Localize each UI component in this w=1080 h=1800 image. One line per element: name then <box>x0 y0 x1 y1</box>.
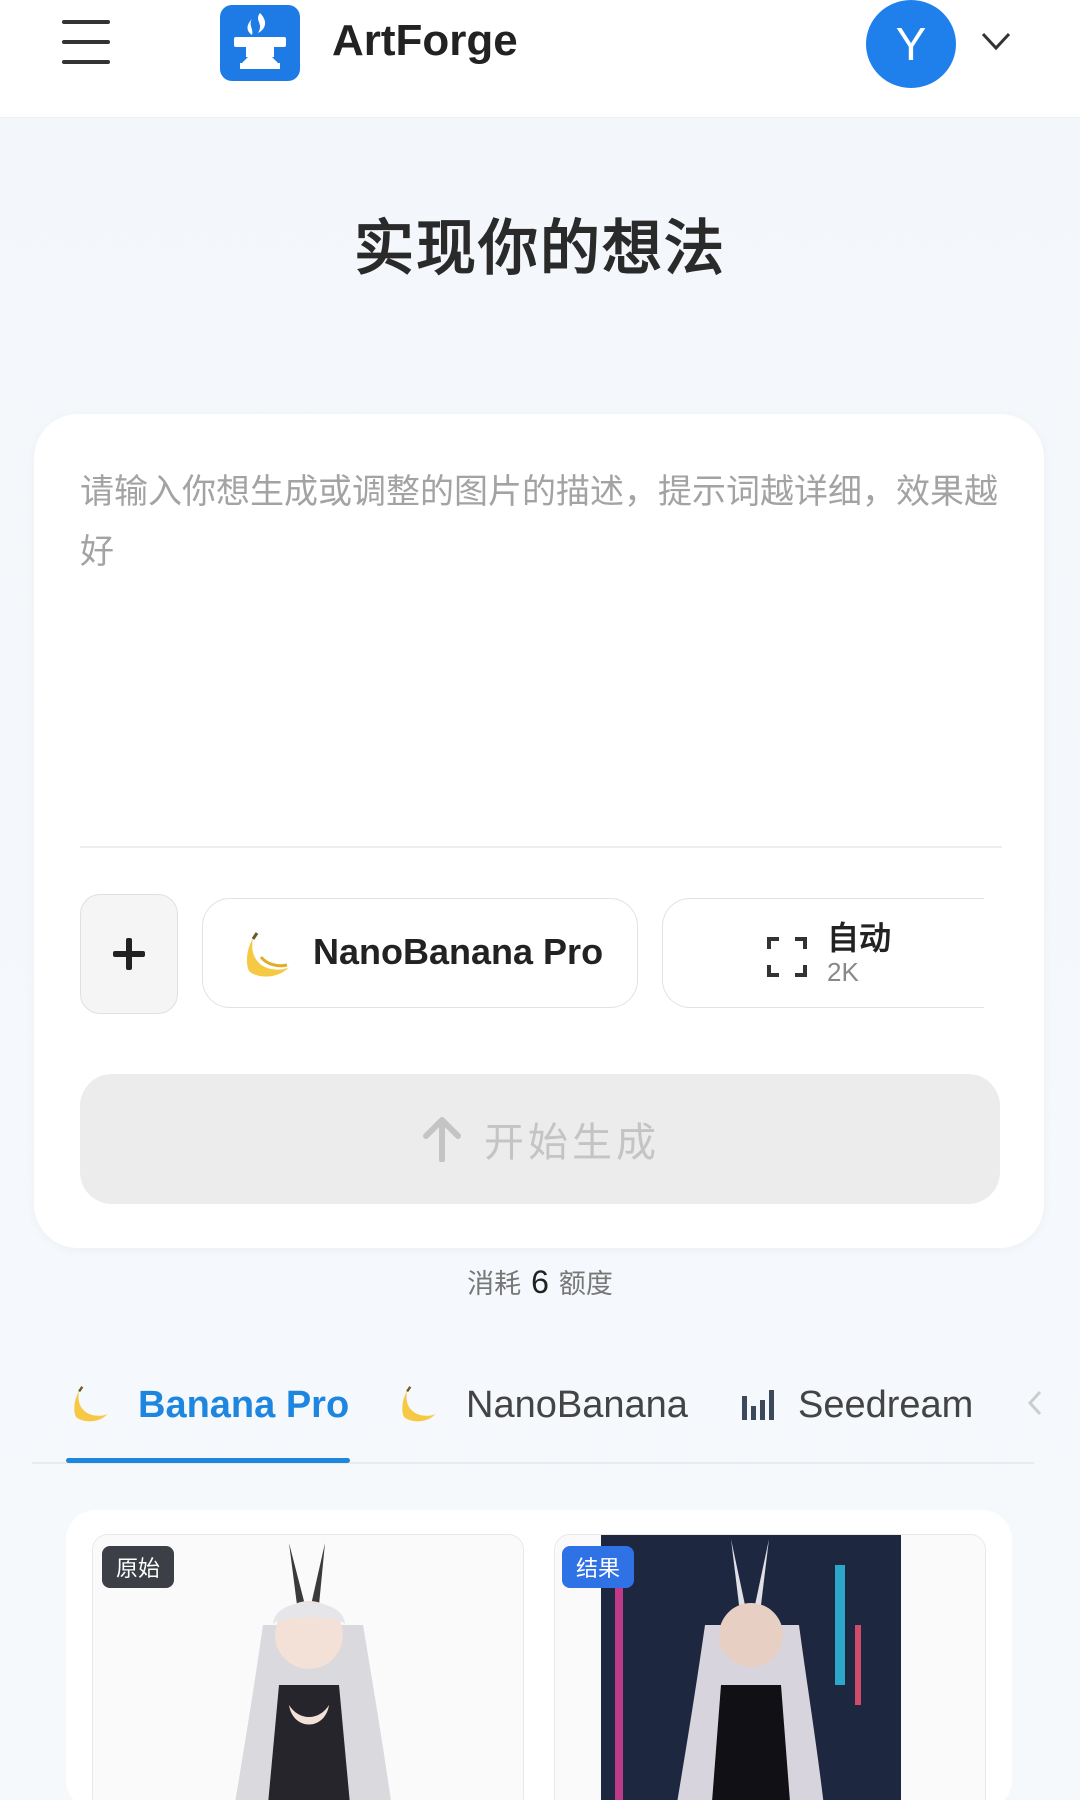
menu-icon[interactable] <box>62 20 110 64</box>
arrow-up-icon <box>423 1117 461 1162</box>
tab-nanobanana[interactable]: NanoBanana <box>396 1370 688 1440</box>
chevron-left-icon[interactable] <box>1024 1388 1044 1418</box>
banana-icon <box>402 1386 436 1422</box>
banana-icon <box>74 1386 108 1422</box>
model-tabs: Banana Pro NanoBanana Seedream <box>0 1350 1080 1466</box>
fullscreen-icon <box>767 937 807 977</box>
cost-amount: 6 <box>531 1264 549 1300</box>
tab-label: Banana Pro <box>138 1383 350 1426</box>
avatar[interactable]: Y <box>866 0 956 88</box>
prompt-input[interactable] <box>80 462 1000 842</box>
result-tag: 结果 <box>562 1546 635 1588</box>
model-select-button[interactable]: NanoBanana Pro <box>202 898 638 1008</box>
plus-icon <box>113 938 145 970</box>
original-tag: 原始 <box>102 1546 175 1588</box>
chevron-down-icon[interactable] <box>980 30 1012 52</box>
cost-prefix: 消耗 <box>467 1269 522 1300</box>
cost-info: 消耗 6 额度 <box>0 1262 1080 1301</box>
banana-icon <box>246 932 289 977</box>
generate-label: 开始生成 <box>484 1120 660 1166</box>
model-label: NanoBanana Pro <box>313 931 604 972</box>
page-title: 实现你的想法 <box>354 214 726 284</box>
active-tab-indicator <box>66 1458 350 1463</box>
size-mode-label: 自动 <box>827 919 892 957</box>
size-select-button[interactable]: 自动 2K <box>662 898 984 1008</box>
bar-chart-icon <box>742 1390 774 1420</box>
divider <box>80 846 1002 848</box>
tab-label: Seedream <box>798 1383 974 1426</box>
add-image-button[interactable] <box>80 894 178 1014</box>
cost-suffix: 额度 <box>558 1269 613 1300</box>
artforge-logo[interactable] <box>220 5 300 81</box>
tab-seedream[interactable]: Seedream <box>740 1370 973 1440</box>
generate-button[interactable]: 开始生成 <box>80 1074 1000 1204</box>
top-header: ArtForge Y <box>0 0 1080 118</box>
tab-label: NanoBanana <box>466 1383 688 1426</box>
tab-banana-pro[interactable]: Banana Pro <box>68 1370 349 1440</box>
size-resolution-label: 2K <box>827 957 859 987</box>
brand-name: ArtForge <box>332 16 518 65</box>
